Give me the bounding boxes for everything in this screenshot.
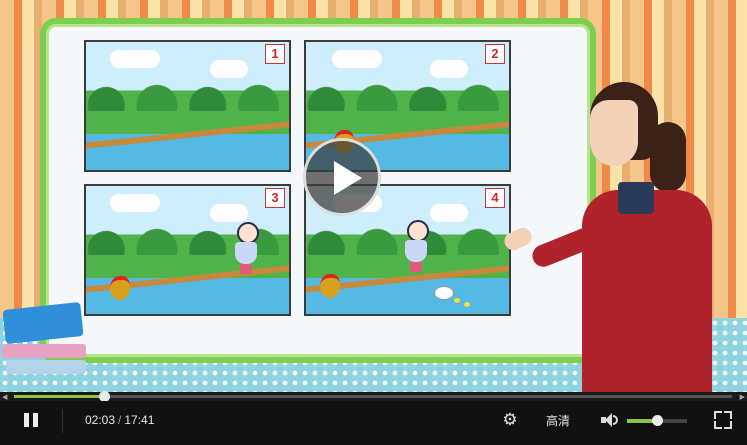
quality-button[interactable]: 高清 [546, 412, 570, 429]
pause-button[interactable] [22, 411, 40, 429]
rooster [110, 276, 130, 300]
panel-number: 2 [485, 44, 505, 64]
duration: 17:41 [124, 413, 155, 427]
girl-character [402, 220, 430, 272]
forward-icon[interactable]: ▶ [740, 393, 745, 401]
play-icon [334, 161, 362, 195]
time-separator: / [118, 413, 122, 427]
panel-number: 4 [485, 188, 505, 208]
volume-icon[interactable] [600, 411, 620, 429]
rooster [320, 274, 340, 298]
story-panel-1: 1 [84, 40, 291, 172]
divider [62, 409, 63, 433]
duck [434, 286, 454, 300]
panel-number: 1 [265, 44, 285, 64]
settings-button[interactable]: ⚙ [500, 410, 520, 430]
teacher [501, 82, 735, 392]
progress-bar[interactable]: ◀ ▶ [0, 391, 747, 402]
rewind-icon[interactable]: ◀ [2, 393, 7, 401]
duckling [464, 302, 470, 307]
fullscreen-button[interactable] [714, 411, 732, 429]
video-frame[interactable]: 1 2 3 4 [0, 0, 747, 392]
current-time: 02:03 [85, 413, 116, 427]
book-stack [0, 302, 90, 390]
volume-slider[interactable] [627, 415, 687, 426]
progress-played [14, 395, 104, 398]
duckling [454, 298, 460, 303]
panel-number: 3 [265, 188, 285, 208]
gear-icon: ⚙ [502, 410, 518, 429]
control-bar: 02:03/17:41 ⚙ 高清 [0, 401, 747, 445]
story-panel-3: 3 [84, 184, 291, 316]
volume-handle[interactable] [652, 415, 663, 426]
time-display: 02:03/17:41 [85, 413, 154, 427]
progress-track[interactable] [14, 391, 732, 402]
girl-character [232, 222, 260, 274]
center-play-button[interactable] [303, 138, 381, 216]
video-player: 1 2 3 4 ◀ ▶ 02:03 / 17:41 ⚙ 高清 [0, 0, 747, 445]
